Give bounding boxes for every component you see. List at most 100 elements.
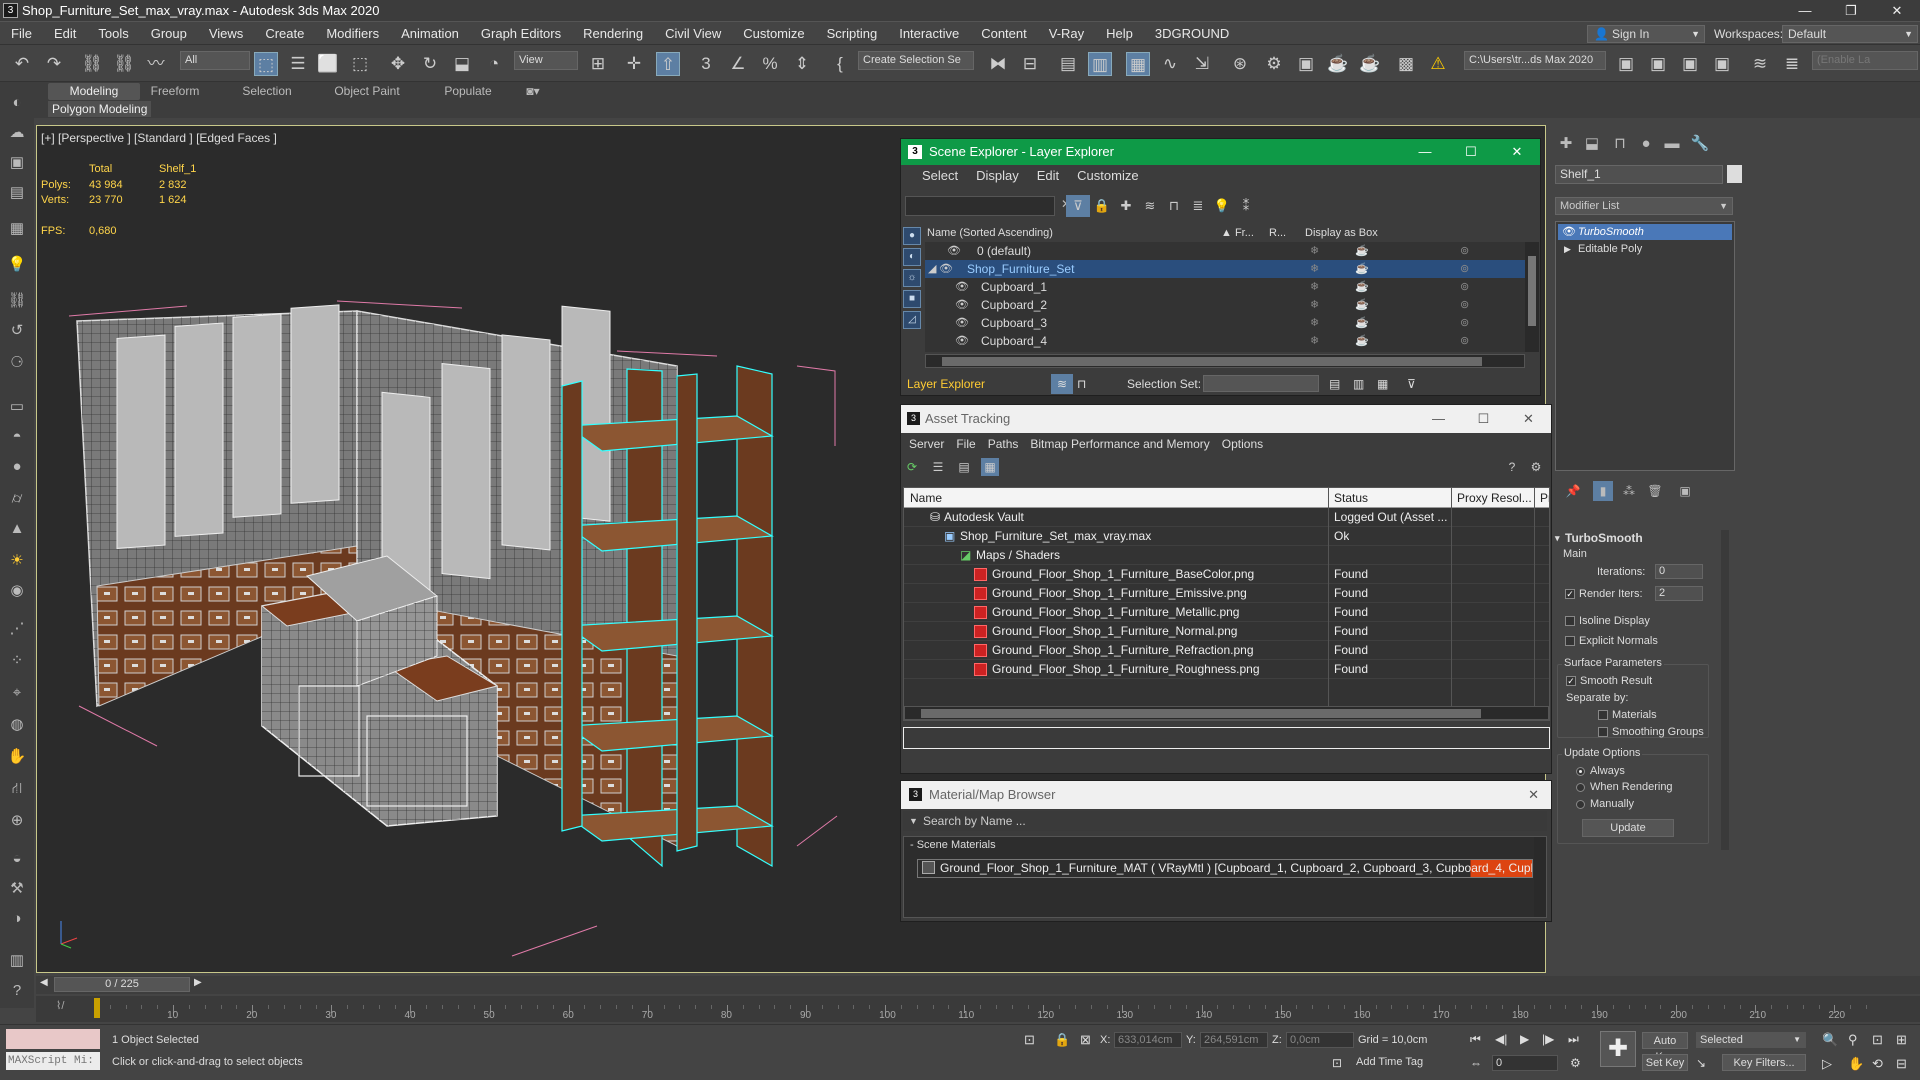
show-end-result-icon[interactable]: ▮ <box>1593 481 1613 501</box>
material-search-input[interactable]: ▼ Search by Name ... <box>903 811 1547 831</box>
time-slider[interactable]: ◀ 0 / 225 ▶ <box>36 976 1920 994</box>
menu-animation[interactable]: Animation <box>390 22 470 45</box>
configure-sets-icon[interactable]: ▣ <box>1675 481 1695 501</box>
redo-icon[interactable]: ↷ <box>42 52 66 76</box>
minimize-icon[interactable]: — <box>1782 0 1828 22</box>
render-iters-checkbox[interactable]: ✓ <box>1565 589 1575 599</box>
render-teapot-icon[interactable]: ☕ <box>1355 296 1369 314</box>
display-tab-icon[interactable]: ▬ <box>1661 133 1683 155</box>
save-folder-icon[interactable]: ▣ <box>1678 52 1702 76</box>
tab-populate[interactable]: Populate <box>428 83 508 100</box>
se-col-display-as-box[interactable]: Display as Box <box>1305 224 1378 242</box>
filter-icon[interactable]: ⊽ <box>1407 372 1416 396</box>
hierarchy-panel-icon[interactable]: ▤ <box>6 182 28 204</box>
se-row-cupboard-1[interactable]: 👁 Cupboard_1 ❄ ☕ ⊚ <box>925 278 1525 296</box>
isoline-checkbox[interactable] <box>1565 616 1575 626</box>
expand-arrow-icon[interactable]: ▶ <box>1564 241 1571 257</box>
pivot-icon[interactable]: ⊞ <box>586 52 610 76</box>
asset-folder-icon[interactable]: ▣ <box>1710 52 1734 76</box>
command-panel-scrollbar[interactable] <box>1721 530 1729 850</box>
menu-content[interactable]: Content <box>970 22 1038 45</box>
open-folder-icon[interactable]: ▣ <box>1646 52 1670 76</box>
maximize-viewport-icon[interactable]: ⊟ <box>1896 1056 1907 1072</box>
window-crossing-icon[interactable]: ⬚ <box>348 52 372 76</box>
rendered-frame-window-icon[interactable]: ▣ <box>1294 52 1318 76</box>
menu-file[interactable]: File <box>0 22 43 45</box>
asset-tracking-titlebar[interactable]: 3 Asset Tracking — ☐ ✕ <box>901 405 1551 433</box>
close-icon[interactable]: ✕ <box>1506 405 1551 433</box>
box-display-icon[interactable]: ⊚ <box>1460 278 1469 296</box>
select-manipulate-icon[interactable]: ✛ <box>622 52 646 76</box>
link-chain-icon[interactable]: ⛓ <box>6 290 28 312</box>
at-col-status[interactable]: Status <box>1334 488 1368 508</box>
freeze-icon[interactable]: ❄ <box>1310 314 1319 332</box>
maxscript-mini-listener[interactable]: MAXScript Mi: <box>6 1052 100 1070</box>
mirror-icon[interactable]: ⧓ <box>986 52 1010 76</box>
edit-named-selection-icon[interactable]: { <box>828 52 852 76</box>
chevron-down-icon[interactable]: ▼ <box>909 811 918 831</box>
box-display-icon[interactable]: ⊚ <box>1460 260 1469 278</box>
spinner-snap-icon[interactable]: ⇕ <box>790 52 814 76</box>
se-col-name[interactable]: Name (Sorted Ascending) <box>927 224 1053 242</box>
render-icon[interactable]: ◑ <box>6 908 28 930</box>
cylinder-icon[interactable]: ⌭ <box>6 488 28 510</box>
freeze-icon[interactable]: ❄ <box>1310 260 1319 278</box>
freeze-icon[interactable]: ❄ <box>1310 278 1319 296</box>
minimize-icon[interactable]: — <box>1416 405 1461 433</box>
layer-explorer-dropdown[interactable]: Layer Explorer <box>907 372 985 396</box>
se-row-cupboard-2[interactable]: 👁 Cupboard_2 ❄ ☕ ⊚ <box>925 296 1525 314</box>
freeze-icon[interactable]: ❄ <box>1310 242 1319 260</box>
se-vertical-scrollbar[interactable] <box>1525 242 1539 352</box>
render-setup-icon[interactable]: ⚙ <box>1262 52 1286 76</box>
maximize-icon[interactable]: ☐ <box>1461 405 1506 433</box>
maximize-icon[interactable]: ☐ <box>1448 139 1494 165</box>
eye-icon[interactable]: 👁 <box>947 242 961 260</box>
freeze-icon[interactable]: ❄ <box>1310 332 1319 350</box>
eye-icon[interactable]: 👁 <box>1562 224 1576 240</box>
hair-icon[interactable]: ⋰ <box>6 618 28 640</box>
keyboard-shortcut-override-icon[interactable]: ⇧ <box>656 52 680 76</box>
se-search-input[interactable] <box>905 196 1055 216</box>
tab-freeform[interactable]: Freeform <box>140 83 210 100</box>
time-slider-thumb[interactable]: 0 / 225 <box>54 977 190 992</box>
menu-tools[interactable]: Tools <box>87 22 139 45</box>
y-coordinate-field[interactable]: 264,591cm <box>1200 1032 1268 1048</box>
menu-interactive[interactable]: Interactive <box>888 22 970 45</box>
go-to-end-icon[interactable]: ⏭ <box>1568 1032 1579 1047</box>
layers-stack-icon[interactable]: ≣ <box>1186 195 1210 217</box>
se-menu-display[interactable]: Display <box>967 165 1028 187</box>
z-coordinate-field[interactable]: 0,0cm <box>1286 1032 1354 1048</box>
hf-icon[interactable]: ⛙ <box>6 778 28 800</box>
orbit-icon[interactable]: ↺ <box>6 320 28 342</box>
menu-group[interactable]: Group <box>140 22 198 45</box>
menu-views[interactable]: Views <box>198 22 254 45</box>
helper-icon[interactable]: ⌖ <box>6 682 28 704</box>
selection-set-remove-icon[interactable]: ▦ <box>1377 372 1388 396</box>
detail-view-icon[interactable]: ▤ <box>955 458 973 476</box>
cone-icon[interactable]: ▲ <box>6 518 28 540</box>
modifier-list-dropdown[interactable]: Modifier List ▼ <box>1555 197 1733 215</box>
maxscript-listener-output[interactable] <box>6 1029 100 1049</box>
table-row[interactable]: ◪ Maps / Shaders <box>904 546 1549 565</box>
lock-icon[interactable]: 🔒 <box>1090 195 1114 217</box>
display-helpers-icon[interactable]: ◿ <box>903 311 921 329</box>
se-menu-edit[interactable]: Edit <box>1028 165 1068 187</box>
create-panel-icon[interactable]: ☁ <box>6 122 28 144</box>
always-radio[interactable] <box>1576 767 1585 776</box>
se-row-cupboard-3[interactable]: 👁 Cupboard_3 ❄ ☕ ⊚ <box>925 314 1525 332</box>
display-geometry-icon[interactable]: ◐ <box>903 248 921 266</box>
table-row[interactable]: Ground_Floor_Shop_1_Furniture_Refraction… <box>904 641 1549 660</box>
zoom-extents-icon[interactable]: ⊡ <box>1872 1032 1883 1048</box>
container-icon[interactable]: ▥ <box>6 950 28 972</box>
key-filters-button[interactable]: Key Filters... <box>1722 1054 1806 1071</box>
menu-3dground[interactable]: 3DGROUND <box>1144 22 1240 45</box>
collapse-arrow-icon[interactable]: ◢ <box>928 260 936 278</box>
mb-vertical-scrollbar[interactable] <box>1534 837 1546 917</box>
display-icon[interactable]: ◒ <box>6 848 28 870</box>
project-folder-icon[interactable]: ▣ <box>1614 52 1638 76</box>
move-icon[interactable]: ✥ <box>386 52 410 76</box>
close-icon[interactable]: ✕ <box>1874 0 1920 22</box>
light-icon[interactable]: 💡 <box>1210 195 1234 217</box>
turbosmooth-header[interactable]: ▾ TurboSmooth <box>1555 530 1710 546</box>
make-unique-icon[interactable]: ⁂ <box>1619 481 1639 501</box>
